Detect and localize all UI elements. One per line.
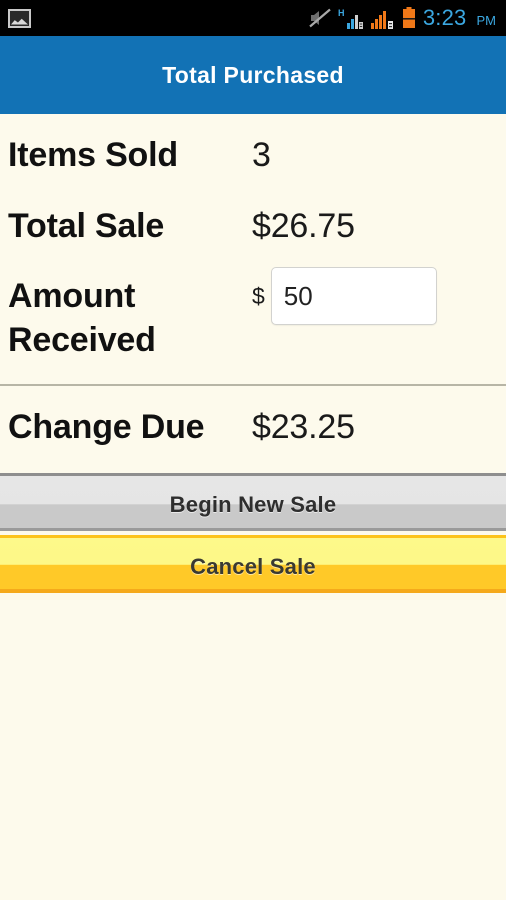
row-amount-received: Amount Received $ — [0, 248, 506, 362]
status-bar-clock-ampm: PM — [476, 12, 497, 28]
summary-panel: Items Sold 3 Total Sale $26.75 Amount Re… — [0, 114, 506, 593]
app-screen: H 3:23 PM Total Purchased Items Sold 3 T… — [0, 0, 506, 900]
battery-icon — [402, 7, 415, 28]
total-sale-label: Total Sale — [8, 207, 165, 245]
currency-symbol: $ — [252, 283, 265, 309]
status-bar-right: H 3:23 PM — [309, 7, 500, 29]
status-bar-left — [8, 8, 31, 28]
total-sale-value: $26.75 — [252, 207, 355, 245]
amount-received-input[interactable] — [270, 267, 437, 325]
svg-text:H: H — [338, 8, 345, 18]
status-bar-clock: 3:23 — [422, 5, 467, 30]
signal-icon — [370, 10, 393, 29]
amount-received-label: Amount Received — [8, 277, 156, 359]
page-title: Total Purchased — [162, 61, 344, 88]
app-header: Total Purchased — [0, 36, 506, 114]
begin-new-sale-button[interactable]: Begin New Sale — [0, 473, 506, 531]
mute-icon — [309, 8, 331, 28]
amount-received-field-group: $ — [252, 267, 437, 325]
items-sold-label: Items Sold — [8, 136, 178, 174]
change-due-label: Change Due — [8, 408, 205, 446]
items-sold-value: 3 — [252, 136, 271, 174]
action-buttons: Begin New Sale Cancel Sale — [0, 473, 506, 593]
gallery-icon — [8, 8, 31, 28]
signal-hspa-icon: H — [338, 8, 363, 29]
status-bar: H 3:23 PM — [0, 0, 506, 36]
row-change-due: Change Due $23.25 — [0, 386, 506, 473]
row-items-sold: Items Sold 3 — [0, 114, 506, 177]
row-total-sale: Total Sale $26.75 — [0, 177, 506, 248]
cancel-sale-button[interactable]: Cancel Sale — [0, 535, 506, 593]
change-due-value: $23.25 — [252, 408, 355, 446]
